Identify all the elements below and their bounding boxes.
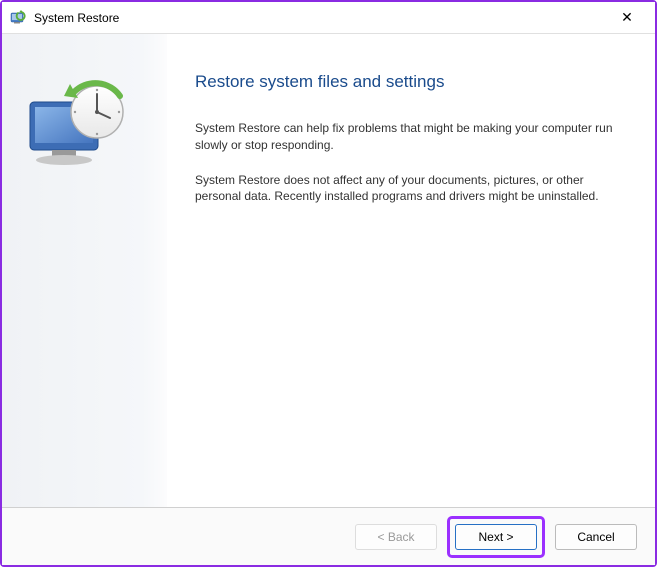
main-panel: Restore system files and settings System… bbox=[167, 34, 655, 507]
cancel-button[interactable]: Cancel bbox=[555, 524, 637, 550]
sidebar bbox=[2, 34, 167, 507]
description-paragraph-2: System Restore does not affect any of yo… bbox=[195, 172, 615, 206]
next-button[interactable]: Next > bbox=[455, 524, 537, 550]
next-button-highlight: Next > bbox=[447, 516, 545, 558]
window-title: System Restore bbox=[34, 11, 607, 25]
page-heading: Restore system files and settings bbox=[195, 72, 615, 92]
description-paragraph-1: System Restore can help fix problems tha… bbox=[195, 120, 615, 154]
wizard-footer: < Back Next > Cancel bbox=[2, 507, 655, 565]
system-restore-app-icon bbox=[10, 10, 26, 26]
content-area: Restore system files and settings System… bbox=[2, 34, 655, 507]
close-icon: ✕ bbox=[621, 9, 633, 26]
title-bar: System Restore ✕ bbox=[2, 2, 655, 34]
close-button[interactable]: ✕ bbox=[607, 4, 647, 32]
monitor-clock-restore-icon bbox=[22, 74, 132, 174]
back-button: < Back bbox=[355, 524, 437, 550]
